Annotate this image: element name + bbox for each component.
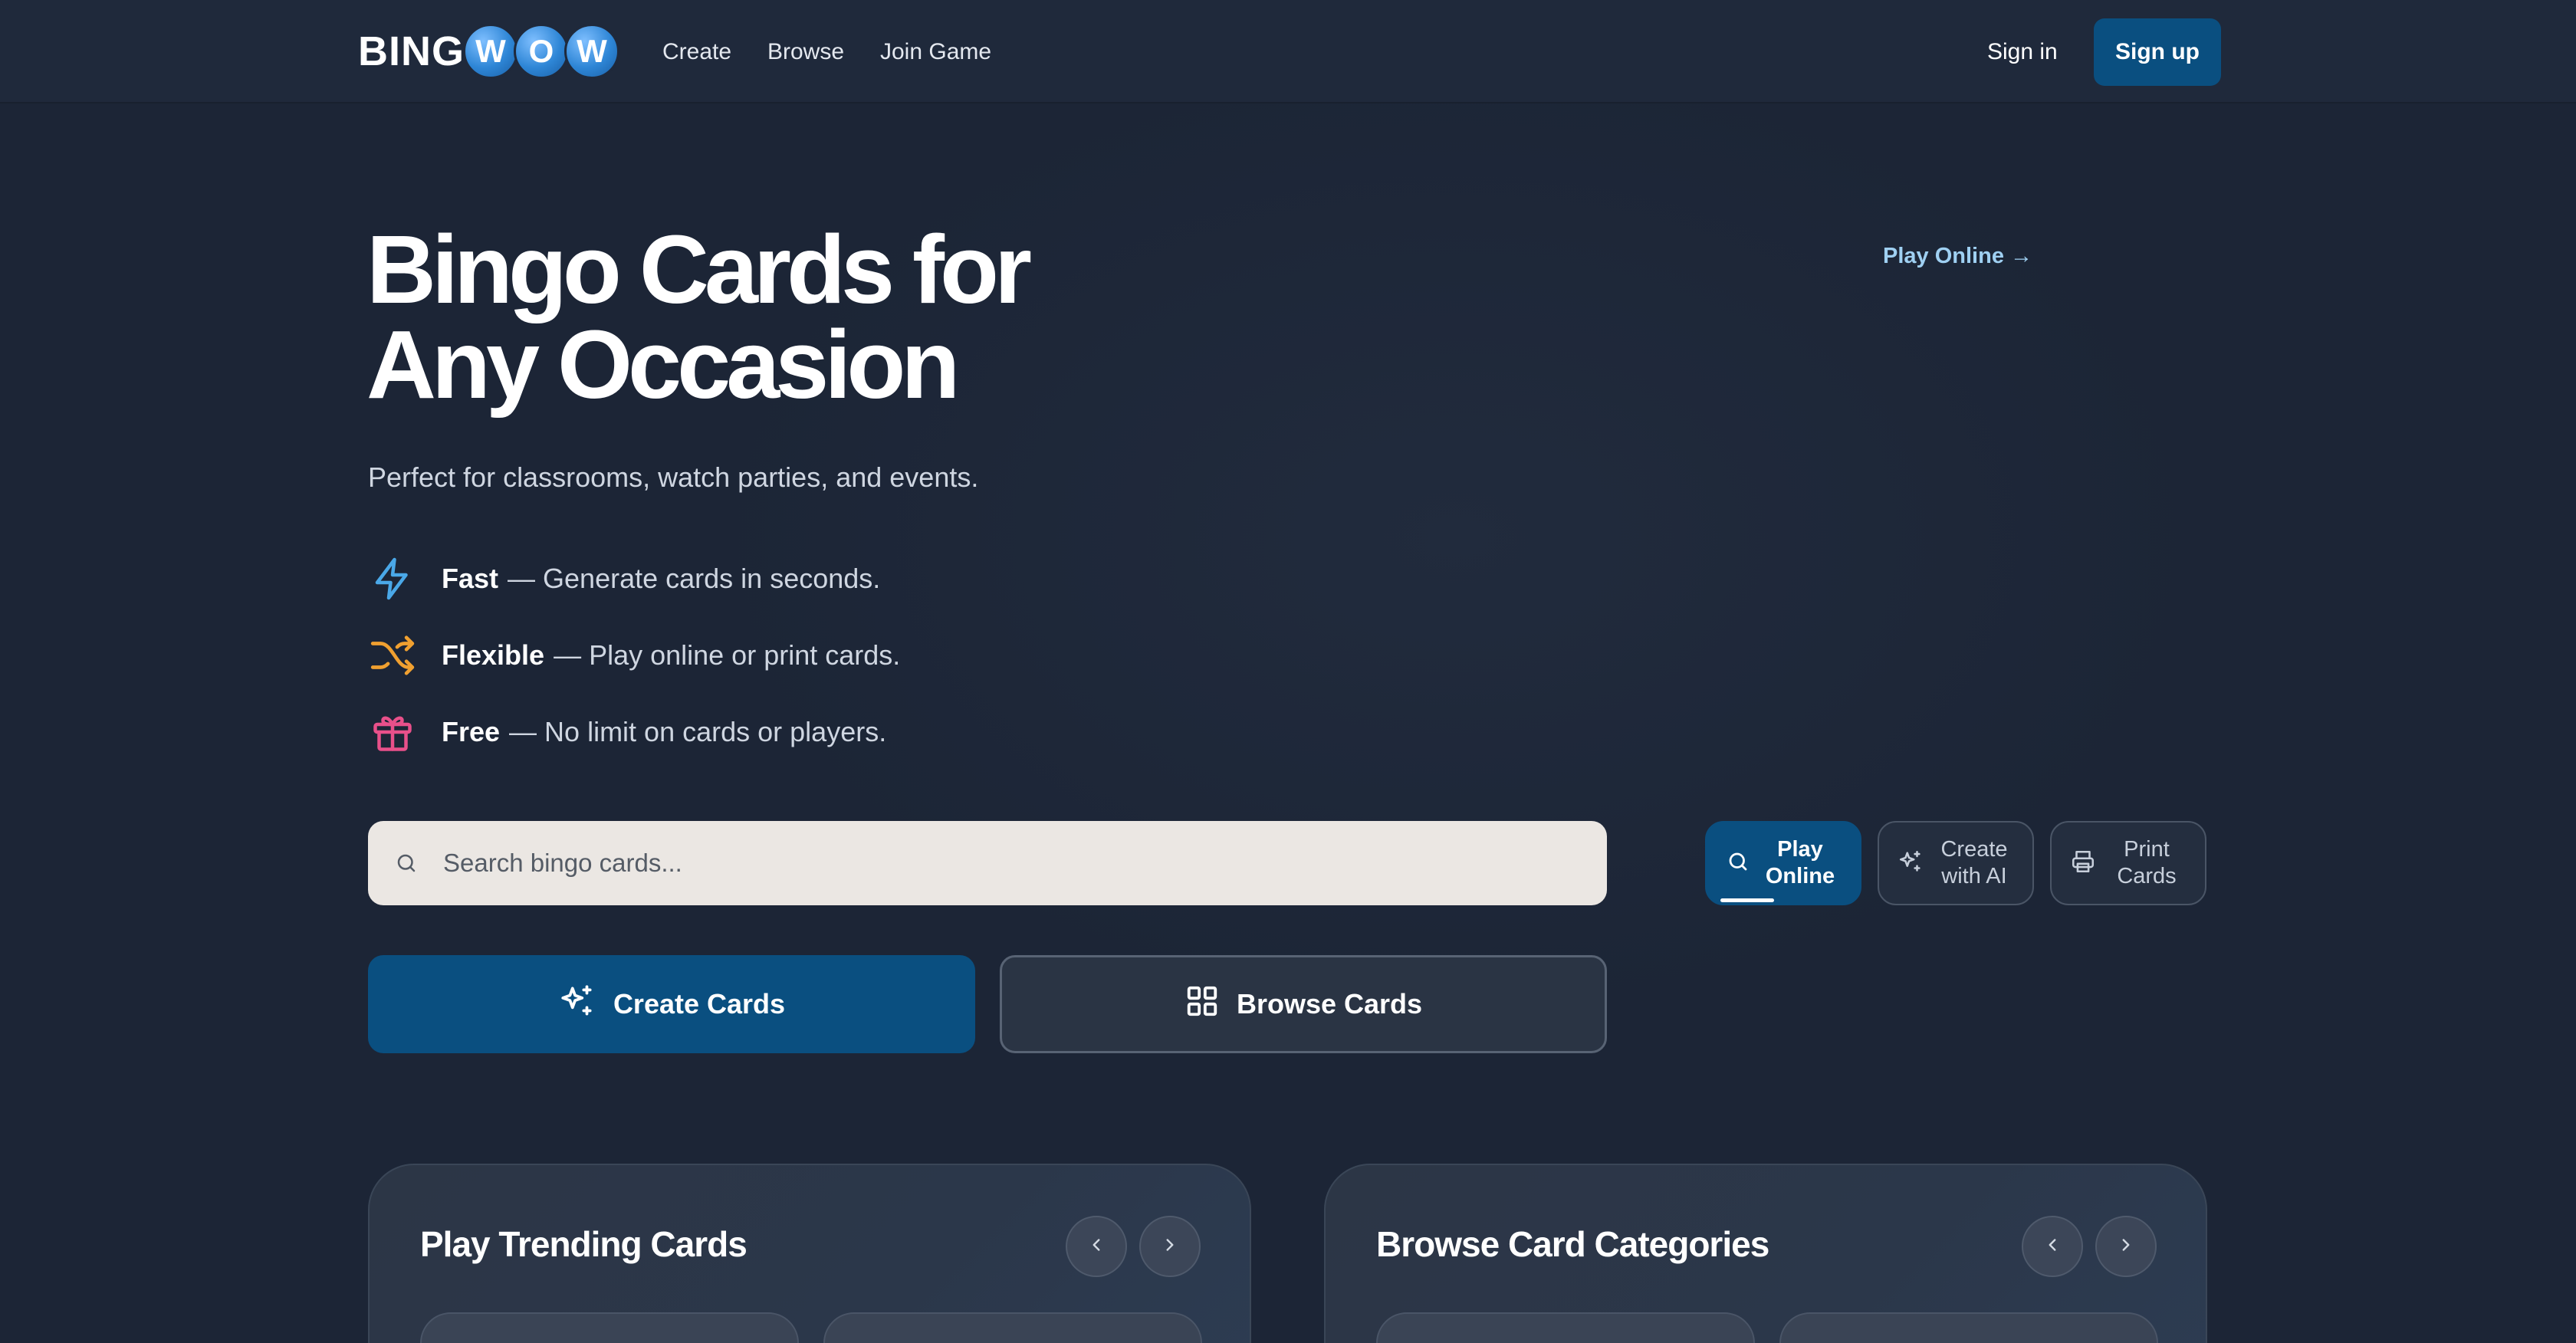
printer-icon: [2070, 849, 2096, 878]
hero-title-line-2: Any Occasion: [366, 310, 960, 419]
search-icon: [1727, 850, 1750, 877]
feature-desc: — Play online or print cards.: [554, 639, 901, 671]
search-bar[interactable]: [368, 821, 1607, 905]
carousel-prev-button[interactable]: [1066, 1216, 1127, 1277]
sparkles-icon: [558, 982, 596, 1027]
shuffle-icon: [368, 631, 417, 680]
chevron-left-icon: [1086, 1235, 1106, 1259]
top-navbar: BING W O W Create Browse Join Game Sign …: [0, 0, 2576, 103]
mode-label: Print Cards: [2117, 837, 2177, 888]
chevron-right-icon: [2116, 1235, 2136, 1259]
sign-up-button[interactable]: Sign up: [2094, 18, 2221, 86]
create-cards-button[interactable]: Create Cards: [368, 955, 975, 1053]
browse-cards-label: Browse Cards: [1236, 988, 1423, 1020]
selected-indicator: [1720, 898, 1774, 902]
play-online-link[interactable]: Play Online →: [1883, 244, 2032, 269]
search-icon: [391, 848, 422, 878]
bingwow-logo[interactable]: BING W O W: [358, 23, 619, 80]
feature-fast: Fast — Generate cards in seconds.: [368, 552, 880, 606]
page: BING W O W Create Browse Join Game Sign …: [0, 0, 2576, 1343]
nav-browse-link[interactable]: Browse: [767, 31, 844, 74]
feature-free: Free — No limit on cards or players.: [368, 705, 886, 759]
card-tile[interactable]: [823, 1312, 1202, 1343]
trending-cards-panel: Play Trending Cards: [368, 1164, 1251, 1343]
logo-ball-o: O: [514, 24, 569, 79]
hero-subtitle: Perfect for classrooms, watch parties, a…: [368, 461, 979, 493]
carousel-next-button[interactable]: [2095, 1216, 2157, 1277]
create-cards-label: Create Cards: [613, 988, 786, 1020]
feature-name: Fast: [442, 563, 499, 594]
feature-name: Flexible: [442, 639, 545, 671]
grid-icon: [1184, 983, 1220, 1026]
panel-title: Browse Card Categories: [1376, 1224, 1769, 1264]
mode-label: Create with AI: [1940, 837, 2008, 888]
logo-ball-w1: W: [463, 24, 518, 79]
card-categories-panel: Browse Card Categories: [1324, 1164, 2207, 1343]
feature-desc: — No limit on cards or players.: [509, 716, 887, 747]
nav-create-link[interactable]: Create: [662, 31, 731, 74]
mode-label: Play Online: [1765, 837, 1835, 888]
carousel-prev-button[interactable]: [2022, 1216, 2083, 1277]
hero-title: Bingo Cards for Any Occasion: [366, 215, 1133, 419]
hero-title-line-1: Bingo Cards for: [366, 215, 1032, 323]
sign-in-link[interactable]: Sign in: [1987, 31, 2058, 74]
chevron-left-icon: [2042, 1235, 2062, 1259]
category-tile[interactable]: [1779, 1312, 2158, 1343]
logo-ball-w2: W: [564, 24, 619, 79]
search-input[interactable]: [443, 849, 1516, 878]
carousel-next-button[interactable]: [1139, 1216, 1201, 1277]
gift-icon: [368, 708, 417, 757]
feature-name: Free: [442, 716, 501, 747]
mode-create-with-ai-button[interactable]: Create with AI: [1878, 821, 2034, 905]
panel-title: Play Trending Cards: [420, 1224, 748, 1264]
mode-print-cards-button[interactable]: Print Cards: [2050, 821, 2206, 905]
feature-flexible: Flexible — Play online or print cards.: [368, 629, 900, 682]
lightning-icon: [368, 554, 417, 603]
logo-text: BING: [358, 28, 465, 74]
chevron-right-icon: [1160, 1235, 1180, 1259]
mode-play-online-button[interactable]: Play Online: [1705, 821, 1861, 905]
nav-join-game-link[interactable]: Join Game: [880, 31, 991, 74]
card-tile[interactable]: [420, 1312, 799, 1343]
browse-cards-button[interactable]: Browse Cards: [1000, 955, 1607, 1053]
category-tile[interactable]: [1376, 1312, 1755, 1343]
feature-desc: — Generate cards in seconds.: [508, 563, 881, 594]
sparkles-icon: [1898, 849, 1924, 878]
